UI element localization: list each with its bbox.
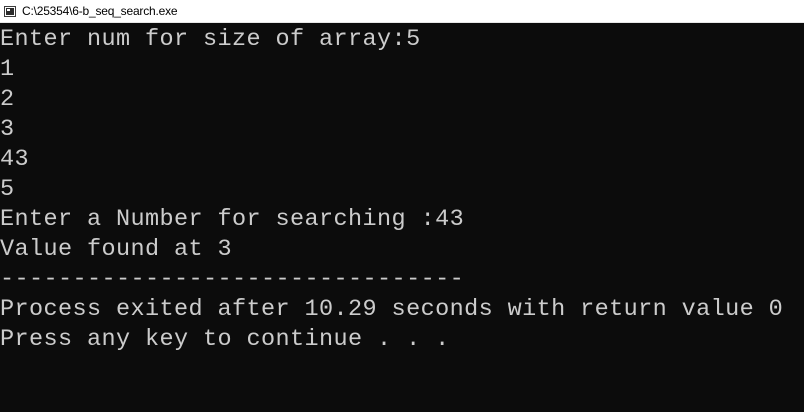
console-line: Value found at 3 [0,236,233,263]
separator-line: -------------------------------- [0,266,465,293]
window-title: C:\25354\6-b_seq_search.exe [22,4,178,18]
console-line: 1 [0,56,15,83]
title-bar[interactable]: C:\25354\6-b_seq_search.exe [0,0,804,23]
console-app-icon [4,5,16,17]
console-line: 2 [0,86,15,113]
console-line: Enter num for size of array:5 [0,26,421,53]
console-line: Enter a Number for searching :43 [0,206,465,233]
console-output[interactable]: Enter num for size of array:5 1 2 3 43 5… [0,23,804,412]
console-line: 43 [0,146,30,173]
console-window[interactable]: C:\25354\6-b_seq_search.exe Enter num fo… [0,0,804,412]
console-line: Process exited after 10.29 seconds with … [0,296,784,323]
console-line: Press any key to continue . . . [0,326,450,353]
console-line: 3 [0,116,15,143]
console-line: 5 [0,176,15,203]
